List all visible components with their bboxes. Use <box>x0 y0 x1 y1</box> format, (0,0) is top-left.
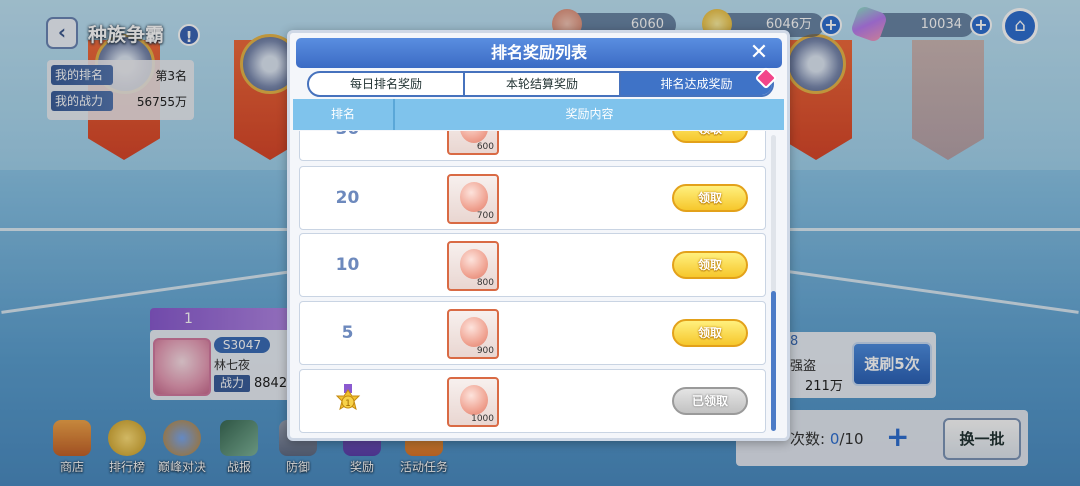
rank-value: 20 <box>335 188 360 208</box>
table-row: 10 800 领取 <box>299 233 766 297</box>
claim-button[interactable]: 领取 <box>672 184 748 212</box>
tab-rank-achievement-reward[interactable]: 排名达成奖励 <box>621 73 772 95</box>
fist-crystal-icon <box>460 317 488 347</box>
rank-value: 5 <box>341 323 354 343</box>
claim-button[interactable]: 领取 <box>672 319 748 347</box>
modal-header: 排名奖励列表 ✕ <box>296 38 782 68</box>
reward-list-modal: 排名奖励列表 ✕ 每日排名奖励 本轮结算奖励 排名达成奖励 排名 奖励内容 30… <box>287 30 790 441</box>
fist-crystal-icon <box>460 385 488 415</box>
scrollbar[interactable] <box>771 135 776 431</box>
reward-quantity: 800 <box>476 278 494 288</box>
column-header-reward: 奖励内容 <box>565 107 614 121</box>
reward-item[interactable]: 600 <box>447 131 499 155</box>
claim-button[interactable]: 领取 <box>672 131 748 143</box>
close-button[interactable]: ✕ <box>746 40 772 66</box>
reward-item[interactable]: 1000 <box>447 377 499 427</box>
fist-crystal-icon <box>460 249 488 279</box>
reward-item[interactable]: 900 <box>447 309 499 359</box>
reward-list[interactable]: 30 600 领取 20 700 领取 10 800 领取 5 <box>299 131 771 437</box>
reward-quantity: 900 <box>476 346 494 356</box>
first-place-medal-icon: 1 <box>333 384 363 418</box>
claim-button[interactable]: 领取 <box>672 251 748 279</box>
reward-item[interactable]: 700 <box>447 174 499 224</box>
tab-round-settlement-reward[interactable]: 本轮结算奖励 <box>465 73 619 95</box>
scrollbar-thumb[interactable] <box>771 291 776 431</box>
fist-crystal-icon <box>460 182 488 212</box>
tab-daily-rank-reward[interactable]: 每日排名奖励 <box>309 73 463 95</box>
modal-title: 排名奖励列表 <box>490 43 587 62</box>
table-row: 5 900 领取 <box>299 301 766 365</box>
reward-quantity: 1000 <box>471 414 494 424</box>
table-row: 20 700 领取 <box>299 166 766 230</box>
table-header: 排名 奖励内容 <box>293 99 784 130</box>
column-header-rank: 排名 <box>330 107 355 121</box>
table-row: 30 600 领取 <box>299 131 766 161</box>
reward-quantity: 700 <box>476 211 494 221</box>
reward-quantity: 600 <box>476 142 494 152</box>
rank-value: 10 <box>335 255 360 275</box>
close-icon: ✕ <box>749 40 769 65</box>
reward-tabs: 每日排名奖励 本轮结算奖励 排名达成奖励 <box>307 71 774 97</box>
table-row: 1 1000 已领取 <box>299 369 766 433</box>
reward-item[interactable]: 800 <box>447 241 499 291</box>
svg-text:1: 1 <box>345 399 351 409</box>
rank-value: 30 <box>300 131 395 160</box>
claimed-button[interactable]: 已领取 <box>672 387 748 415</box>
